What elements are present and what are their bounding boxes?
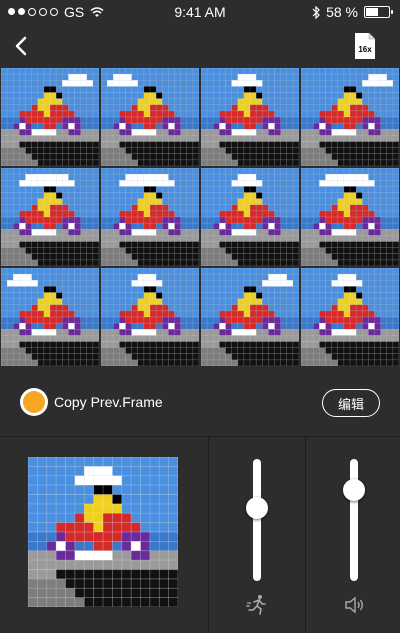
frame-thumbnail[interactable] bbox=[0, 67, 100, 167]
frame-thumbnail[interactable] bbox=[200, 167, 300, 267]
speed-slider-column bbox=[209, 437, 306, 633]
frame-thumbnail[interactable] bbox=[0, 267, 100, 367]
volume-slider-thumb[interactable] bbox=[343, 479, 365, 501]
bluetooth-icon bbox=[312, 6, 320, 19]
status-bar: GS 9:41 AM 58 % bbox=[0, 0, 400, 24]
copy-prev-frame-toggle[interactable] bbox=[20, 388, 48, 416]
volume-slider-column bbox=[306, 437, 400, 633]
back-button[interactable] bbox=[10, 34, 34, 58]
speed-slider-thumb[interactable] bbox=[246, 497, 268, 519]
runner-icon bbox=[245, 593, 269, 617]
frame-thumbnail[interactable] bbox=[0, 167, 100, 267]
edit-button[interactable]: 编辑 bbox=[322, 389, 380, 417]
frame-grid bbox=[0, 67, 400, 367]
frame-thumbnail[interactable] bbox=[200, 67, 300, 167]
battery-area: 58 % bbox=[312, 4, 390, 20]
nav-bar: 16x bbox=[0, 26, 400, 66]
speed-button[interactable]: 16x bbox=[354, 32, 376, 60]
frame-thumbnail[interactable] bbox=[300, 167, 400, 267]
speed-slider-track[interactable] bbox=[253, 459, 261, 581]
frame-preview[interactable] bbox=[28, 457, 178, 607]
frame-thumbnail[interactable] bbox=[300, 267, 400, 367]
battery-icon bbox=[364, 6, 390, 18]
bottom-panel bbox=[0, 436, 400, 633]
frame-thumbnail[interactable] bbox=[100, 67, 200, 167]
preview-panel bbox=[0, 437, 209, 633]
frame-thumbnail[interactable] bbox=[100, 167, 200, 267]
frame-thumbnail[interactable] bbox=[100, 267, 200, 367]
frame-thumbnail[interactable] bbox=[300, 67, 400, 167]
frame-thumbnail[interactable] bbox=[200, 267, 300, 367]
chevron-left-icon bbox=[10, 34, 34, 58]
volume-slider-track[interactable] bbox=[350, 459, 358, 581]
copy-prev-frame-row: Copy Prev.Frame 编辑 bbox=[20, 385, 380, 419]
speaker-icon bbox=[342, 593, 366, 617]
copy-prev-frame-label: Copy Prev.Frame bbox=[54, 394, 163, 410]
speed-label: 16x bbox=[354, 45, 376, 54]
battery-percent: 58 % bbox=[326, 4, 358, 20]
